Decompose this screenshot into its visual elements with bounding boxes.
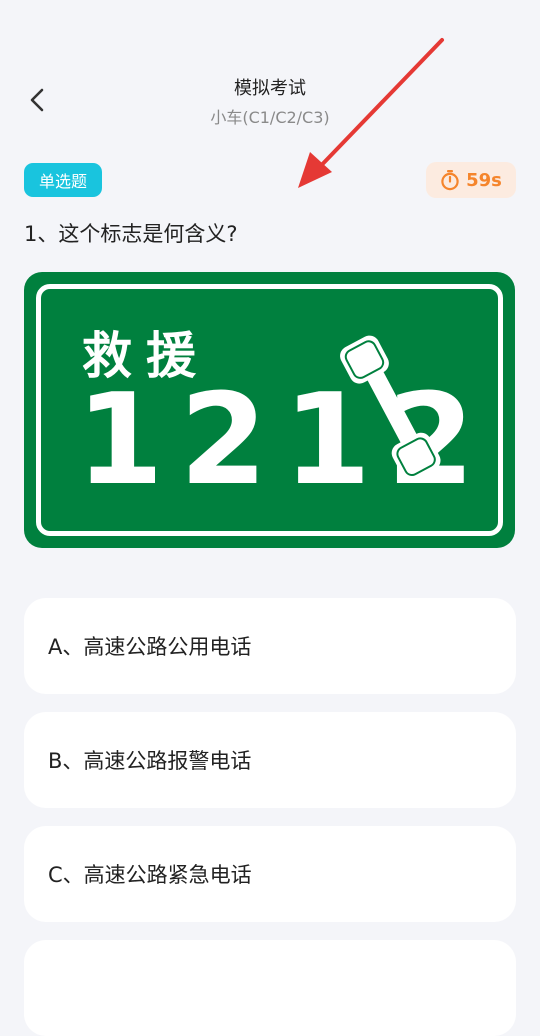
option-c[interactable]: C、高速公路紧急电话 xyxy=(24,826,516,922)
sign-image: 救援 1212 xyxy=(24,272,515,548)
timer-badge: 59s xyxy=(426,162,516,198)
question-type-badge: 单选题 xyxy=(24,163,102,197)
option-label: C、高速公路紧急电话 xyxy=(48,863,252,887)
telephone-icon xyxy=(340,335,441,481)
option-a[interactable]: A、高速公路公用电话 xyxy=(24,598,516,694)
timer-value: 59s xyxy=(466,169,502,191)
question-text: 1、这个标志是何含义? xyxy=(24,222,238,246)
option-label: B、高速公路报警电话 xyxy=(48,749,252,773)
option-b[interactable]: B、高速公路报警电话 xyxy=(24,712,516,808)
option-label: A、高速公路公用电话 xyxy=(48,635,252,659)
stopwatch-icon xyxy=(441,170,459,191)
option-d[interactable] xyxy=(24,940,516,1036)
